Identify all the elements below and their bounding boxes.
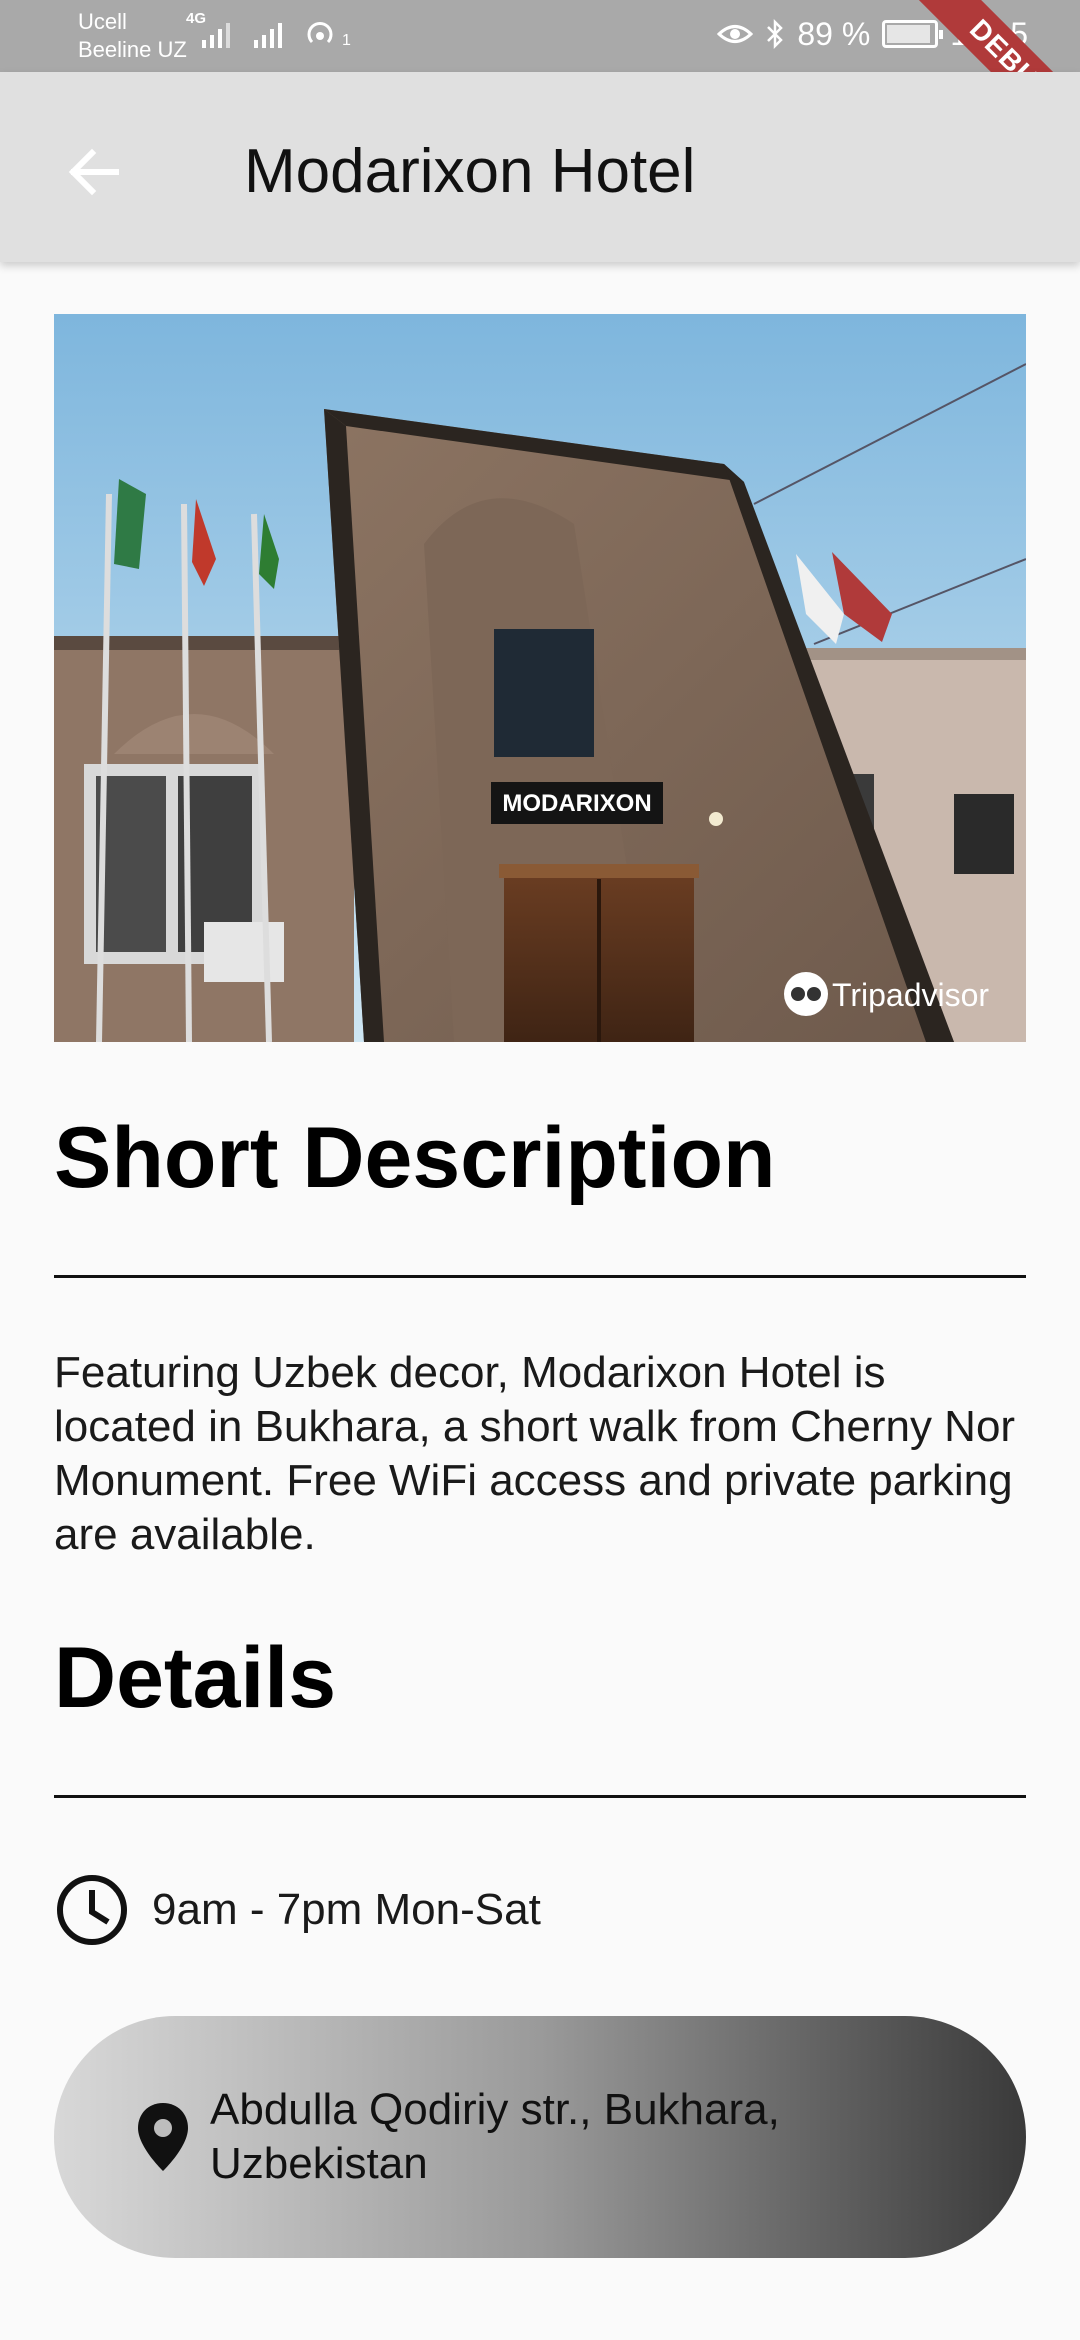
battery-icon	[882, 20, 944, 48]
signal-strength-icon-2	[254, 23, 282, 48]
watermark-text: Tripadvisor	[832, 977, 989, 1013]
hotel-sign-text: MODARIXON	[502, 790, 651, 817]
clock-icon	[57, 1875, 127, 1945]
divider	[54, 1275, 1026, 1278]
signal-strength-icon	[202, 23, 230, 48]
battery-percent: 89 %	[797, 16, 871, 52]
signal-icons: 1	[200, 20, 351, 50]
eye-icon	[717, 25, 754, 43]
carrier-names: Ucell Beeline UZ	[78, 8, 187, 64]
status-right: 89 % 11:15	[717, 14, 1028, 54]
carrier-1: Ucell	[78, 9, 127, 34]
short-description-text: Featuring Uzbek decor, Modarixon Hotel i…	[54, 1348, 1016, 1559]
opening-hours-row: 9am - 7pm Mon-Sat	[54, 1870, 541, 1950]
page-title: Modarixon Hotel	[244, 137, 696, 206]
hotspot-count: 1	[342, 32, 351, 49]
short-description-heading: Short Description	[54, 1110, 776, 1206]
arrow-back-icon	[68, 148, 119, 196]
status-bar: Ucell Beeline UZ 4G 1 89 % 11:15	[0, 0, 1080, 72]
details-heading: Details	[54, 1630, 337, 1726]
clock-time: 11:15	[950, 16, 1028, 52]
address-text: Abdulla Qodiriy str., Bukhara, Uzbekista…	[210, 2085, 780, 2188]
app-bar: Modarixon Hotel	[0, 72, 1080, 262]
location-pin-icon	[136, 2101, 190, 2173]
back-button[interactable]	[54, 132, 134, 212]
hotel-photo: MODARIXON Tripadvisor	[54, 314, 1026, 1042]
tripadvisor-watermark: Tripadvisor	[784, 972, 989, 1016]
carrier-2: Beeline UZ	[78, 37, 187, 62]
bluetooth-icon	[767, 18, 784, 50]
opening-hours-text: 9am - 7pm Mon-Sat	[152, 1885, 541, 1934]
address-card[interactable]: Abdulla Qodiriy str., Bukhara, Uzbekista…	[54, 2016, 1026, 2258]
divider	[54, 1795, 1026, 1798]
hotspot-icon	[307, 22, 333, 44]
